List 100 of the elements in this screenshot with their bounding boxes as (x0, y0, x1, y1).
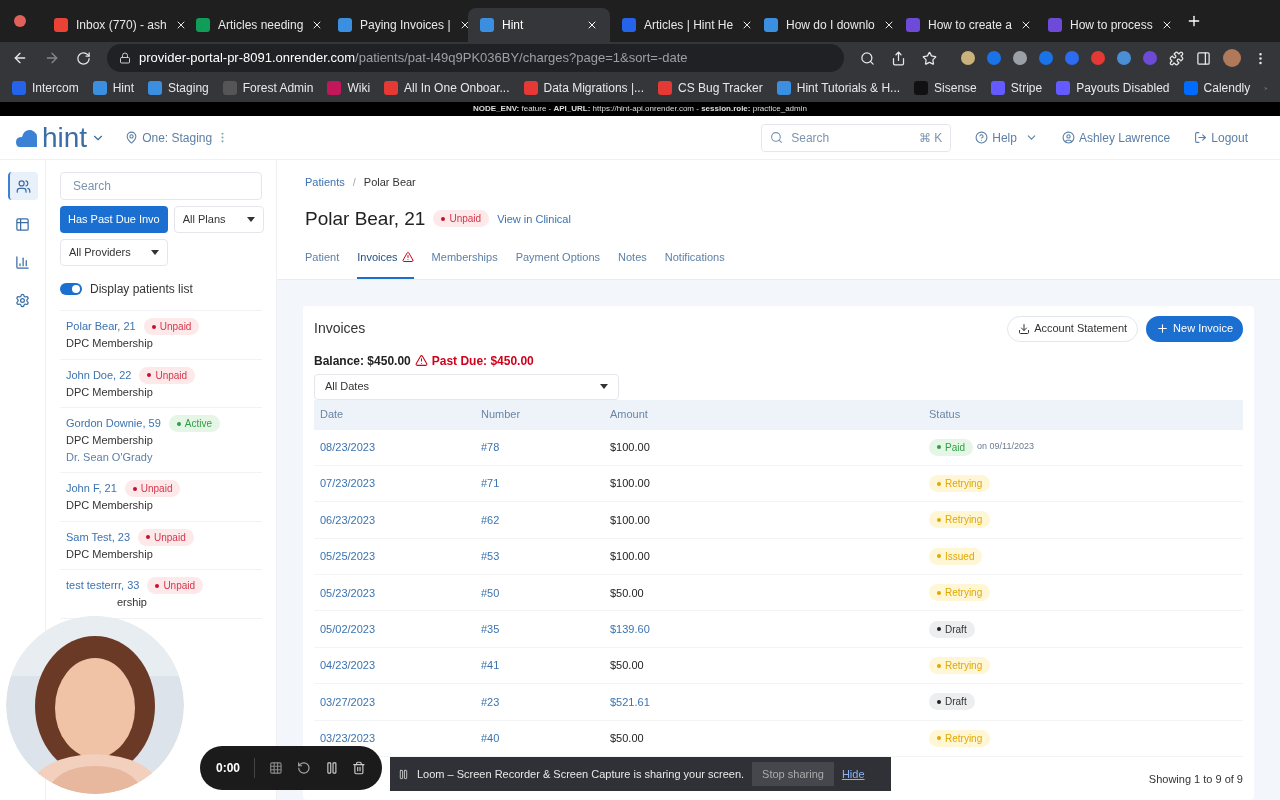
invoice-number-link[interactable]: #35 (481, 620, 610, 638)
bookmark-item[interactable]: Forest Admin (222, 79, 314, 97)
browser-tab[interactable]: How do I downlo (752, 8, 894, 42)
invoice-number-link[interactable]: #23 (481, 693, 610, 711)
patient-tab[interactable]: Payment Options (515, 249, 600, 279)
browser-tab[interactable]: How to create a (894, 8, 1036, 42)
profile-avatar[interactable] (1223, 49, 1241, 67)
patient-search-field[interactable]: Search (60, 172, 262, 200)
invoice-number-link[interactable]: #78 (481, 438, 610, 456)
zoom-icon[interactable] (860, 50, 875, 66)
invoice-date-link[interactable]: 03/27/2023 (320, 693, 481, 711)
record-icon[interactable] (14, 15, 26, 27)
patient-list-item[interactable]: John F, 21 Unpaid DPC Membership (60, 473, 262, 522)
invoice-number-link[interactable]: #71 (481, 475, 610, 492)
extension-icon[interactable] (1117, 51, 1131, 65)
grid-icon[interactable] (269, 761, 283, 775)
app-logo[interactable]: hint (42, 123, 88, 152)
bookmark-item[interactable]: Hint Tutorials & H... (776, 79, 901, 97)
amount-link[interactable]: $521.61 (610, 693, 929, 711)
location-label[interactable]: One: Staging (142, 128, 213, 147)
bookmark-item[interactable]: Sisense (914, 79, 977, 97)
patient-tab[interactable]: Memberships (431, 249, 498, 279)
search-field[interactable]: Search ⌘ K (761, 123, 952, 152)
extension-icon[interactable] (987, 51, 1001, 65)
patient-tab[interactable]: Notifications (664, 249, 725, 279)
user-menu[interactable]: Ashley Lawrence (1061, 128, 1171, 147)
bookmark-item[interactable]: All In One Onboar... (384, 79, 510, 97)
date-filter-dropdown[interactable]: All Dates (314, 373, 619, 400)
extensions-icon[interactable] (1169, 50, 1184, 66)
filter-dropdown[interactable]: Has Past Due Invo (60, 206, 168, 233)
delete-icon[interactable] (352, 761, 366, 775)
hide-link[interactable]: Hide (841, 765, 865, 783)
invoice-number-link[interactable]: #40 (481, 730, 610, 747)
address-field[interactable]: provider-portal-pr-8091.onrender.com/patients/pat-I49q9PK036BY/charges?page=1&sort=-date (107, 44, 844, 72)
patient-list-item[interactable]: Polar Bear, 21 Unpaid DPC Membership (60, 311, 262, 360)
amount-link[interactable]: $139.60 (610, 620, 929, 638)
help-menu[interactable]: Help (975, 128, 1038, 147)
invoice-date-link[interactable]: 04/23/2023 (320, 657, 481, 674)
bookmark-item[interactable]: Stripe (990, 79, 1043, 97)
patient-tab[interactable]: Patient (305, 249, 340, 279)
patient-list-item[interactable]: John Doe, 22 Unpaid DPC Membership (60, 359, 262, 408)
patient-tab[interactable]: Invoices (357, 249, 414, 279)
bookmark-item[interactable]: Staging (148, 79, 209, 97)
clinical-link[interactable]: View in Clinical (497, 210, 571, 227)
tab-title: Hint (502, 17, 525, 34)
bookmark-item[interactable]: Payouts Disabled (1056, 79, 1170, 97)
invoice-date-link[interactable]: 08/23/2023 (320, 438, 481, 456)
breadcrumb-link[interactable]: Patients (305, 174, 345, 191)
bookmark-item[interactable]: Hint (92, 79, 135, 97)
extension-icon[interactable] (961, 51, 975, 65)
patient-tab[interactable]: Notes (618, 249, 647, 279)
patient-name: Polar Bear, 21 (66, 319, 136, 335)
amount-cell-text: $50.00 (610, 585, 645, 601)
invoice-number-link[interactable]: #62 (481, 511, 610, 529)
logout-link[interactable]: Logout (1194, 128, 1248, 147)
bookmark-item[interactable]: CS Bug Tracker (658, 79, 763, 97)
new-invoice-button[interactable]: New Invoice (1146, 315, 1243, 342)
favicon-icon (327, 81, 342, 95)
share-icon[interactable] (891, 50, 906, 66)
browser-tab[interactable]: Paying Invoices | (326, 8, 468, 42)
extension-icon[interactable] (1039, 51, 1053, 65)
invoice-date-link[interactable]: 06/23/2023 (320, 511, 481, 529)
invoice-date-link[interactable]: 05/02/2023 (320, 620, 481, 638)
browser-tab[interactable]: Inbox (770) - ash (42, 8, 184, 42)
filter-dropdown[interactable]: All Plans (173, 206, 264, 233)
forward-icon[interactable] (44, 50, 60, 66)
browser-tab[interactable]: Articles | Hint He (610, 8, 752, 42)
toggle-switch[interactable] (60, 283, 82, 295)
bookmark-item[interactable]: Calendly (1183, 79, 1251, 97)
new-tab-icon[interactable] (1186, 13, 1202, 29)
patient-list-item[interactable]: test testerrr, 33 Unpaid ership (60, 570, 262, 619)
browser-tab[interactable]: Articles needing (184, 8, 326, 42)
bookmark-star-icon[interactable] (922, 50, 937, 66)
invoice-number-link[interactable]: #41 (481, 657, 610, 674)
extension-icon[interactable] (1065, 51, 1079, 65)
browser-tab[interactable]: How to process (1036, 8, 1178, 42)
status-badge: Retrying (929, 729, 991, 747)
stop-sharing-button[interactable]: Stop sharing (752, 762, 834, 786)
invoice-number-link[interactable]: #53 (481, 548, 610, 565)
pause-icon[interactable] (324, 761, 339, 775)
bookmark-item[interactable]: Intercom (12, 79, 79, 97)
bookmark-item[interactable]: Wiki (327, 79, 371, 97)
filter-dropdown[interactable]: All Providers (60, 239, 168, 266)
browser-tab[interactable]: Hint (468, 8, 610, 42)
invoice-date-link[interactable]: 03/23/2023 (320, 730, 481, 747)
side-panel-icon[interactable] (1196, 50, 1211, 66)
close-icon[interactable] (586, 19, 598, 31)
back-icon[interactable] (12, 50, 28, 66)
reload-icon[interactable] (76, 50, 91, 66)
extension-icon[interactable] (1091, 51, 1105, 65)
invoice-date-link[interactable]: 07/23/2023 (320, 475, 481, 492)
patient-list-item[interactable]: Gordon Downie, 59 Active DPC Membership Dr. Sean O'Grady (60, 408, 262, 473)
restart-icon[interactable] (296, 761, 311, 775)
extension-icon[interactable] (1013, 51, 1027, 65)
patient-list-item[interactable]: Sam Test, 23 Unpaid DPC Membership (60, 521, 262, 570)
nav-item[interactable] (7, 172, 38, 200)
invoice-date-link[interactable]: 05/25/2023 (320, 548, 481, 565)
invoice-date-link[interactable]: 05/23/2023 (320, 584, 481, 601)
bookmark-item[interactable]: Data Migrations |... (523, 79, 644, 97)
invoice-number-link[interactable]: #50 (481, 584, 610, 601)
